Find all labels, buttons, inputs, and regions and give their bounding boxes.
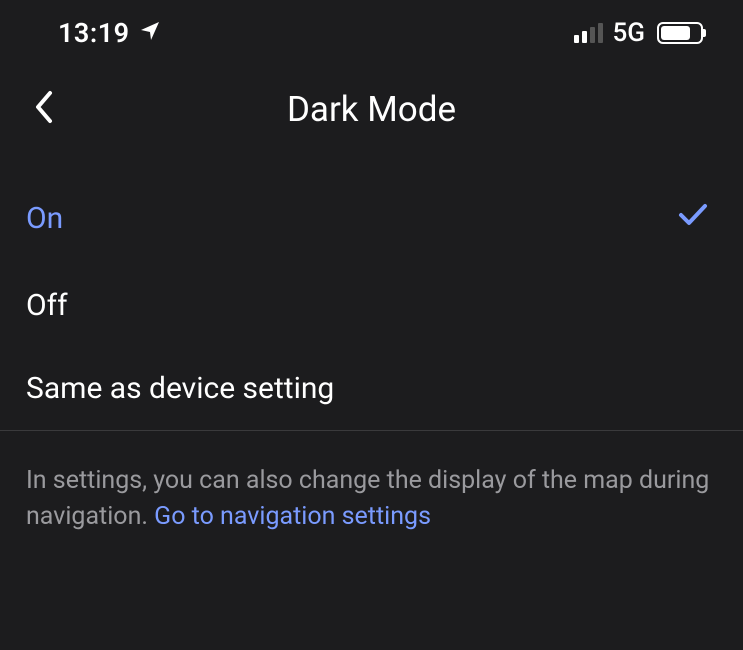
status-bar: 13:19 5G: [0, 0, 743, 66]
cellular-signal-icon: [574, 23, 603, 43]
option-off[interactable]: Off: [0, 264, 743, 347]
check-icon: [675, 196, 711, 240]
location-services-icon: [138, 19, 162, 47]
battery-icon: [657, 22, 703, 44]
option-on[interactable]: On: [0, 172, 743, 264]
options-list: On Off Same as device setting: [0, 152, 743, 430]
footer-text: In settings, you can also change the dis…: [26, 463, 717, 536]
footer-note: In settings, you can also change the dis…: [0, 430, 743, 568]
status-right: 5G: [574, 18, 704, 48]
page-header: Dark Mode: [0, 66, 743, 152]
page-title: Dark Mode: [287, 89, 456, 130]
status-left: 13:19: [58, 17, 162, 49]
status-time: 13:19: [58, 17, 130, 49]
chevron-left-icon: [32, 89, 54, 125]
option-label: On: [26, 201, 63, 236]
back-button[interactable]: [24, 81, 62, 137]
option-label: Same as device setting: [26, 371, 334, 406]
network-type: 5G: [613, 18, 646, 48]
option-label: Off: [26, 288, 68, 323]
navigation-settings-link[interactable]: Go to navigation settings: [154, 502, 431, 531]
option-same-as-device[interactable]: Same as device setting: [0, 347, 743, 430]
